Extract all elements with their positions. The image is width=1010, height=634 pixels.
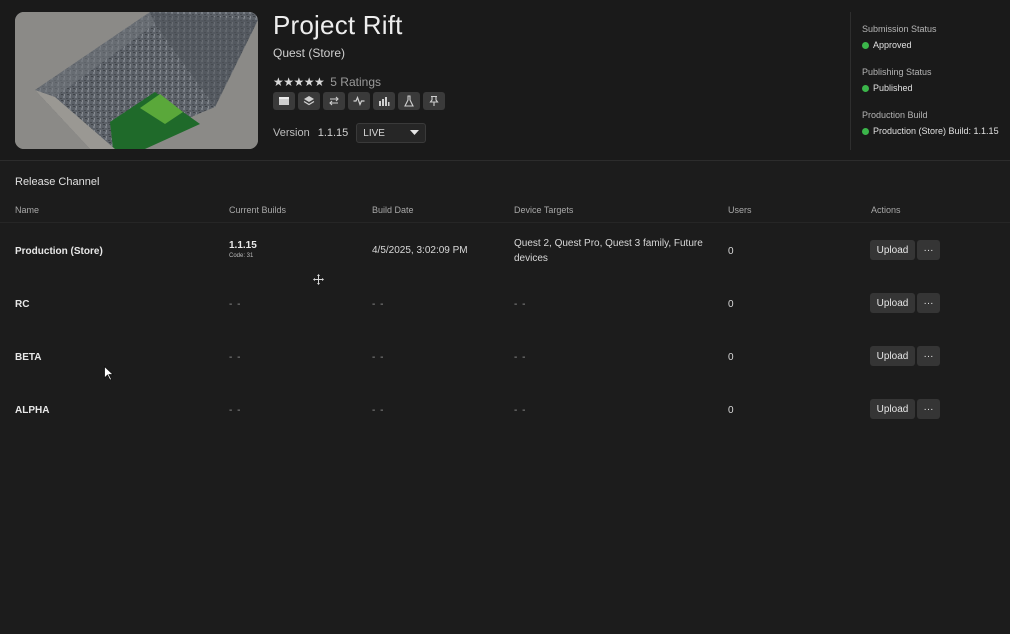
swap-icon[interactable] <box>323 92 345 110</box>
move-cursor-icon <box>313 274 324 285</box>
build-date: - - <box>372 352 385 363</box>
star-rating-icon: ★★★★★ <box>273 75 325 89</box>
users-count: 0 <box>728 405 734 416</box>
channel-name[interactable]: Production (Store) <box>15 246 103 257</box>
submission-status-label: Submission Status <box>862 24 937 34</box>
upload-button[interactable]: Upload <box>870 240 915 260</box>
store-icon[interactable] <box>273 92 295 110</box>
more-options-icon[interactable]: ··· <box>917 293 940 313</box>
device-targets: - - <box>514 299 527 310</box>
status-dot-icon <box>862 127 869 135</box>
publishing-status: Publishing Status Published <box>862 67 932 93</box>
version-number: 1.1.15 <box>317 127 349 139</box>
publishing-status-value: Published <box>873 83 913 93</box>
submission-status-value: Approved <box>873 40 912 50</box>
status-dot-icon <box>862 84 869 92</box>
table-row: Production (Store) 1.1.15 Code: 31 4/5/2… <box>0 230 1010 283</box>
build-version: 1.1.15 <box>229 240 257 251</box>
column-header-devices: Device Targets <box>514 205 574 215</box>
upload-button[interactable]: Upload <box>870 293 915 313</box>
analytics-icon[interactable] <box>373 92 395 110</box>
build-date: - - <box>372 299 385 310</box>
production-build-value-row: Production (Store) Build: 1.1.15 <box>862 126 999 136</box>
lab-flask-icon[interactable] <box>398 92 420 110</box>
column-header-date: Build Date <box>372 205 414 215</box>
column-header-name: Name <box>15 205 40 215</box>
header-divider <box>850 12 851 150</box>
production-build: Production Build Production (Store) Buil… <box>862 110 999 136</box>
more-options-icon[interactable]: ··· <box>917 399 940 419</box>
current-build: - - <box>229 405 242 416</box>
app-toolbar <box>273 92 445 110</box>
ratings-count[interactable]: 5 Ratings <box>330 75 381 89</box>
device-targets: - - <box>514 405 527 416</box>
pointer-cursor-icon <box>104 366 114 381</box>
version-label: Version <box>273 127 310 139</box>
upload-button[interactable]: Upload <box>870 346 915 366</box>
layers-icon[interactable] <box>298 92 320 110</box>
upload-button[interactable]: Upload <box>870 399 915 419</box>
current-build: - - <box>229 352 242 363</box>
more-options-icon[interactable]: ··· <box>917 240 940 260</box>
channel-name[interactable]: ALPHA <box>15 405 49 416</box>
channel-name[interactable]: BETA <box>15 352 41 363</box>
users-count: 0 <box>728 299 734 310</box>
column-header-users: Users <box>728 205 752 215</box>
column-header-builds: Current Builds <box>229 205 287 215</box>
app-platform: Quest (Store) <box>273 46 346 60</box>
current-build: - - <box>229 299 242 310</box>
device-targets: - - <box>514 352 527 363</box>
publishing-status-value-row: Published <box>862 83 932 93</box>
table-header-rule <box>0 222 1010 223</box>
section-title: Release Channel <box>15 176 100 188</box>
submission-status: Submission Status Approved <box>862 24 937 50</box>
release-channel-select[interactable]: LIVE <box>356 123 427 143</box>
activity-icon[interactable] <box>348 92 370 110</box>
users-count: 0 <box>728 352 734 363</box>
status-dot-icon <box>862 41 869 49</box>
production-build-value: Production (Store) Build: 1.1.15 <box>873 126 999 136</box>
channel-name[interactable]: RC <box>15 299 29 310</box>
app-thumbnail <box>15 12 258 149</box>
publishing-status-label: Publishing Status <box>862 67 932 77</box>
caret-down-icon <box>410 130 420 135</box>
app-title: Project Rift <box>273 10 403 40</box>
rating: ★★★★★ 5 Ratings <box>273 75 381 89</box>
more-options-icon[interactable]: ··· <box>917 346 940 366</box>
column-header-actions: Actions <box>871 205 901 215</box>
build-date: 4/5/2025, 3:02:09 PM <box>372 245 468 256</box>
build-code: Code: 31 <box>229 253 254 259</box>
pin-icon[interactable] <box>423 92 445 110</box>
submission-status-value-row: Approved <box>862 40 937 50</box>
table-row: RC - - - - - - 0 Upload ··· <box>0 283 1010 336</box>
version-row: Version 1.1.15 LIVE <box>273 123 427 143</box>
build-date: - - <box>372 405 385 416</box>
select-value: LIVE <box>363 127 385 139</box>
app-header: Project Rift Quest (Store) ★★★★★ 5 Ratin… <box>0 0 1010 161</box>
table-row: BETA - - - - - - 0 Upload ··· <box>0 336 1010 389</box>
device-targets: Quest 2, Quest Pro, Quest 3 family, Futu… <box>514 238 703 264</box>
current-build: 1.1.15 Code: 31 <box>229 240 257 259</box>
table-row: ALPHA - - - - - - 0 Upload ··· <box>0 389 1010 442</box>
production-build-label: Production Build <box>862 110 928 120</box>
users-count: 0 <box>728 246 734 257</box>
